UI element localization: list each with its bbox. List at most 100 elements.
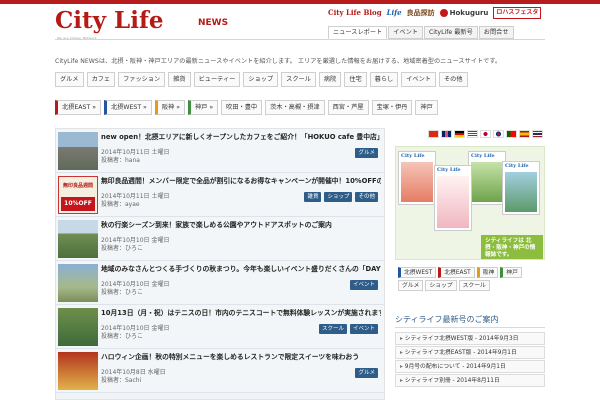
sidebar-tab[interactable]: スクール <box>458 280 490 291</box>
area-link[interactable]: 西宮・芦屋 <box>327 100 369 115</box>
post-tags: スクール イベント <box>318 324 378 334</box>
post-tag[interactable]: グルメ <box>355 148 378 158</box>
magazine-title: City Life <box>401 153 425 159</box>
flag-chinese-icon[interactable] <box>428 130 439 138</box>
post-tag[interactable]: イベント <box>349 280 378 290</box>
magazine-banner[interactable]: City Life City Life City Life City Life … <box>395 146 545 260</box>
post-title-link[interactable]: 10月13日（月・祝）はテニスの日！市内のテニスコートで無料体験レッスンが実施さ… <box>101 309 381 318</box>
banner-caption: シティライフは 北摂・阪神・神戸の情報誌です。 <box>481 235 543 259</box>
sidebar-tab[interactable]: 北摂EAST <box>438 267 475 278</box>
post-title-link[interactable]: 無印良品週間！メンバー限定で全品が割引になるお得なキャンペーンが開催中！10%O… <box>101 177 381 186</box>
post-thumbnail[interactable] <box>58 220 98 258</box>
post-title-link[interactable]: 地域のみなさんとつくる手づくりの秋まつり。今年も楽しいイベント盛りだくさんの「D… <box>101 265 381 274</box>
partner-link-tanbo[interactable]: 良品探訪 <box>407 8 435 18</box>
nav-item[interactable]: CityLife 最新号 <box>423 26 478 39</box>
partner-link-hokuguru[interactable]: Hokuguru <box>439 8 489 18</box>
category-link[interactable]: 住宅 <box>344 72 367 87</box>
category-link[interactable]: ファッション <box>118 72 166 87</box>
thumbnail-text: 無印良品週間 <box>62 183 93 189</box>
category-link[interactable]: ショップ <box>243 72 279 87</box>
sidebar-list: シティライフ北摂WEST版 - 2014年9月3日シティライフ北摂EAST版 -… <box>395 332 545 388</box>
area-link[interactable]: 宝塚・伊丹 <box>371 100 413 115</box>
magazine-title: City Life <box>505 163 529 169</box>
sidebar-tab[interactable]: 北摂WEST <box>398 267 437 278</box>
post-title-link[interactable]: 秋の行楽シーズン到来！家族で楽しめる公園やアウトドアスポットのご案内 <box>101 221 381 230</box>
flag-spanish-icon[interactable] <box>519 130 530 138</box>
post-thumbnail[interactable] <box>58 308 98 346</box>
nav-item[interactable]: お問合せ <box>478 26 514 39</box>
category-link[interactable]: イベント <box>401 72 436 87</box>
language-flags <box>428 130 543 138</box>
sidebar-area-tabs: 北摂WEST 北摂EAST 阪神 神戸グルメ ショップ スクール <box>398 267 548 291</box>
flag-english-icon[interactable] <box>441 130 452 138</box>
post-title-link[interactable]: ハロウィン企画！秋の特別メニューを楽しめるレストランで限定スイーツを味わおう <box>101 353 381 362</box>
sidebar-tab[interactable]: ショップ <box>425 280 457 291</box>
partner-link-life[interactable]: Life <box>387 8 402 18</box>
post-tags: グルメ <box>355 148 378 158</box>
category-link[interactable]: カフェ <box>86 72 116 87</box>
sidebar-list-item[interactable]: シティライフ北摂EAST版 - 2014年9月1日 <box>395 346 545 359</box>
post-thumbnail[interactable] <box>58 132 98 170</box>
post-thumbnail[interactable] <box>58 352 98 390</box>
sidebar-list-item[interactable]: シティライフ別冊 - 2014年8月11日 <box>395 374 545 387</box>
post-author: 投稿者：ひろこ <box>101 333 144 340</box>
category-link[interactable]: グルメ <box>55 72 84 87</box>
post-thumbnail[interactable] <box>58 264 98 302</box>
area-link[interactable]: 神戸 <box>415 100 438 115</box>
flag-korean-icon[interactable] <box>493 130 504 138</box>
category-link[interactable]: 病院 <box>318 72 342 87</box>
category-link[interactable]: ビューティー <box>193 72 241 87</box>
sidebar-list-item[interactable]: シティライフ北摂WEST版 - 2014年9月3日 <box>395 332 545 345</box>
area-link[interactable]: 茨木・高槻・摂津 <box>265 100 325 115</box>
post-tag[interactable]: イベント <box>349 324 378 334</box>
sidebar-tab[interactable]: 神戸 <box>500 267 522 278</box>
post-tag[interactable]: グルメ <box>355 368 378 378</box>
post-list: new open！北摂エリアに新しくオープンしたカフェをご紹介！「HOKUO c… <box>55 128 385 400</box>
top-accent-bar <box>0 0 600 4</box>
nav-item[interactable]: イベント <box>388 26 423 39</box>
post-row: 秋の行楽シーズン到来！家族で楽しめる公園やアウトドアスポットのご案内 2014年1… <box>56 217 384 261</box>
magazine-cover: City Life <box>434 165 472 231</box>
post-author: 投稿者：hana <box>101 157 140 164</box>
area-link[interactable]: 北摂EAST » <box>55 100 101 115</box>
nav-item[interactable]: ニュースレポート <box>328 26 388 39</box>
partner-link-blog[interactable]: City Life Blog <box>328 8 382 18</box>
magazine-cover-image <box>471 162 503 202</box>
post-tag[interactable]: スクール <box>318 324 347 334</box>
post-thumbnail[interactable]: 無印良品週間 10%OFF <box>58 176 98 214</box>
category-link[interactable]: スクール <box>281 72 316 87</box>
magazine-cover: City Life <box>468 151 506 205</box>
category-link[interactable]: その他 <box>438 72 468 87</box>
flag-portuguese-icon[interactable] <box>506 130 517 138</box>
post-tag[interactable]: 雑貨 <box>304 192 322 202</box>
post-row: 無印良品週間 10%OFF 無印良品週間！メンバー限定で全品が割引になるお得なキャン… <box>56 173 384 217</box>
area-link[interactable]: 神戸 » <box>188 100 219 115</box>
category-link[interactable]: 暮らし <box>369 72 399 87</box>
magazine-title: City Life <box>437 167 461 173</box>
flag-japanese-icon[interactable] <box>480 130 491 138</box>
post-tag[interactable]: ショップ <box>324 192 353 202</box>
post-row: 地域のみなさんとつくる手づくりの秋まつり。今年も楽しいイベント盛りだくさんの「D… <box>56 261 384 305</box>
hokuguru-logo-icon <box>439 9 448 17</box>
sidebar-tab[interactable]: グルメ <box>398 280 424 291</box>
area-link[interactable]: 北摂WEST » <box>103 100 152 115</box>
post-title-link[interactable]: new open！北摂エリアに新しくオープンしたカフェをご紹介！「HOKUO c… <box>101 133 381 142</box>
flag-us-icon[interactable] <box>467 130 478 138</box>
post-tag[interactable]: その他 <box>355 192 378 202</box>
sidebar-list-item[interactable]: 9月号の配布について - 2014年9月1日 <box>395 360 545 373</box>
post-author: 投稿者：ひろこ <box>101 245 144 252</box>
magazine-cover-image <box>505 172 537 212</box>
nav-divider <box>55 39 545 40</box>
area-link[interactable]: 阪神 » <box>154 100 185 115</box>
area-link[interactable]: 吹田・豊中 <box>221 100 263 115</box>
post-row: new open！北摂エリアに新しくオープンしたカフェをご紹介！「HOKUO c… <box>56 129 384 173</box>
category-link[interactable]: 雑貨 <box>168 72 191 87</box>
post-author: 投稿者：ayae <box>101 201 140 208</box>
flag-thai-icon[interactable] <box>532 130 543 138</box>
partner-hokuguru-label: Hokuguru <box>449 9 489 17</box>
site-logo[interactable]: City Life NEWS We are Citizen Network <box>55 7 228 40</box>
partner-links: City Life Blog Life 良品探訪 Hokuguru ロハスフェス… <box>328 7 542 19</box>
flag-german-icon[interactable] <box>454 130 465 138</box>
partner-link-lohas[interactable]: ロハスフェスタ <box>493 7 542 19</box>
sidebar-tab[interactable]: 阪神 <box>476 267 499 278</box>
